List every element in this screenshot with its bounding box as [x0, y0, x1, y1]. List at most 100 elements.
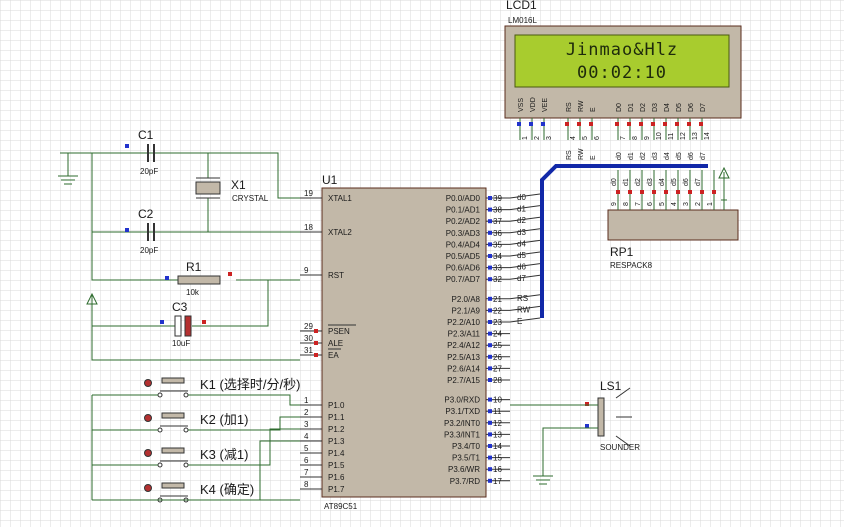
- mcu-right-pin-marker: [488, 277, 492, 282]
- mcu-left-pin-name: P1.0: [328, 401, 345, 410]
- key-plunger: [161, 377, 185, 384]
- mcu-right-pin-number: 23: [493, 318, 502, 327]
- key-plunger: [161, 482, 185, 489]
- c2-ref: C2: [138, 207, 154, 221]
- key-contact: [157, 462, 163, 468]
- mcu-right-pin-marker: [488, 397, 492, 402]
- lcd-pin-label: D1: [628, 103, 635, 112]
- mcu-left-pin-number: 29: [304, 322, 313, 331]
- mcu-right-pin-number: 11: [493, 407, 502, 416]
- mcu-right-pin-marker: [488, 265, 492, 270]
- mcu-left-pin-marker: [314, 353, 318, 357]
- rp1-pin-marker: [640, 190, 644, 194]
- lcd-pin-label: D5: [676, 103, 683, 112]
- lcd-pin-label: RW: [578, 100, 585, 112]
- mcu-right-pin-marker: [488, 354, 492, 359]
- mcu-net-label: d7: [517, 274, 526, 283]
- mcu-net-label: RW: [517, 305, 531, 314]
- lcd-pin-label: D6: [688, 103, 695, 112]
- lcd-bus-label: d2: [640, 152, 647, 160]
- key-dot-icon: [144, 379, 152, 387]
- lcd-bus-label: d0: [616, 152, 623, 160]
- mcu-right-pin-name: P3.0/RXD: [444, 396, 480, 405]
- ls1-ref: LS1: [600, 379, 622, 393]
- lcd-bus-label: RW: [578, 148, 585, 160]
- mcu-right-pin-name: P2.5/A13: [447, 353, 480, 362]
- lcd-bus-label: d3: [652, 152, 659, 160]
- mcu-left-pin-name: XTAL2: [328, 228, 352, 237]
- lcd-line-1: Jinmao&Hlz: [566, 40, 678, 60]
- lcd-pin-label: D7: [700, 103, 707, 112]
- mcu-right-pin-name: P2.2/A10: [447, 318, 480, 327]
- rp1-net-label: d6: [683, 178, 690, 186]
- mcu-part: AT89C51: [324, 502, 358, 511]
- rp1-net-label: d0: [611, 178, 618, 186]
- schematic-canvas[interactable]: LCD1 LM016L Jinmao&Hlz 00:02:10 VSS 1 VDD 2…: [0, 0, 844, 527]
- mcu-right-pin-name: P2.3/A11: [448, 330, 481, 339]
- mcu-right-pin-number: 28: [493, 376, 502, 385]
- mcu-right-pin-name: P0.2/AD2: [446, 217, 481, 226]
- mcu-net-label: d4: [517, 239, 526, 248]
- lcd-bus-label: d6: [688, 152, 695, 160]
- mcu-net-label: d5: [517, 251, 526, 260]
- mcu-left-pin-name: P1.4: [328, 449, 345, 458]
- lcd-pin-number: 13: [692, 132, 699, 140]
- lcd-model: LM016L: [508, 16, 537, 25]
- lcd-bus-label: d1: [628, 152, 635, 160]
- mcu-left-pin-number: 31: [304, 346, 313, 355]
- lcd-pin-marker: [651, 122, 655, 126]
- lcd-bus-label: d4: [664, 152, 671, 160]
- mcu-left-pin-number: 9: [304, 266, 309, 275]
- c3-value: 10uF: [172, 339, 190, 348]
- mcu-right-pin-marker: [488, 444, 492, 448]
- mcu-right-pin-marker: [488, 366, 492, 371]
- mcu-left-pin-number: 2: [304, 408, 309, 417]
- mcu-right-pin-name: P0.6/AD6: [446, 264, 481, 273]
- mcu-right-pin-marker: [488, 343, 492, 348]
- lcd-pin-marker: [699, 122, 703, 126]
- rp1-pin-number: 7: [635, 202, 642, 206]
- mcu-right-pin-number: 21: [493, 295, 502, 304]
- key-contact: [157, 392, 163, 398]
- mcu-right-pin-number: 37: [493, 217, 502, 226]
- key-contact: [183, 392, 189, 398]
- lcd-pin-label: D4: [664, 103, 671, 112]
- mcu-right-pin-number: 36: [493, 229, 502, 238]
- mcu-left-pin-name: P1.7: [328, 485, 345, 494]
- lcd-pin-marker: [663, 122, 667, 126]
- rp1-net-label: d2: [635, 178, 642, 186]
- mcu-left-pin-name: EA: [328, 351, 339, 360]
- mcu-right-pin-name: P2.0/A8: [452, 295, 481, 304]
- mcu-left-pin-name: XTAL1: [328, 194, 352, 203]
- mcu-right-pin-number: 10: [493, 396, 502, 405]
- mcu-right-pin-marker: [488, 320, 492, 324]
- rp1-net-label: d7: [695, 178, 702, 186]
- mcu-right-pin-number: 15: [493, 454, 502, 463]
- lcd-pin-marker: [627, 122, 631, 126]
- mcu-right-pin-number: 26: [493, 353, 502, 362]
- key-label: K3 (减1): [200, 447, 248, 462]
- mcu-right-pin-marker: [488, 230, 492, 235]
- mcu-net-label: d3: [517, 228, 526, 237]
- rp1-pin-number: 2: [695, 202, 702, 206]
- rp1-pin-marker: [616, 190, 620, 194]
- mcu-right-pin-marker: [488, 207, 492, 212]
- mcu-right-pin-number: 13: [493, 430, 502, 439]
- mcu-right-pin-marker: [488, 378, 492, 382]
- key-dot-icon: [144, 484, 152, 492]
- mcu-right-pin-name: P3.2/INT0: [444, 419, 481, 428]
- lcd-pin-marker: [529, 122, 533, 126]
- c1-ref: C1: [138, 128, 154, 142]
- lcd-pin-marker: [615, 122, 619, 126]
- lcd-pin-label: RS: [566, 102, 573, 112]
- rp1-pin-number: 5: [659, 202, 666, 206]
- lcd-pin-label: D3: [652, 103, 659, 112]
- key-label: K1 (选择时/分/秒): [200, 377, 300, 392]
- mcu-right-pin-number: 14: [493, 442, 502, 451]
- lcd-pin-marker: [517, 122, 521, 126]
- mcu-right-pin-marker: [488, 455, 492, 460]
- lcd-pin-number: 10: [656, 132, 663, 140]
- mcu-left-pin-number: 30: [304, 334, 313, 343]
- rp1-net-label: d1: [623, 178, 630, 186]
- key-contact: [157, 427, 163, 433]
